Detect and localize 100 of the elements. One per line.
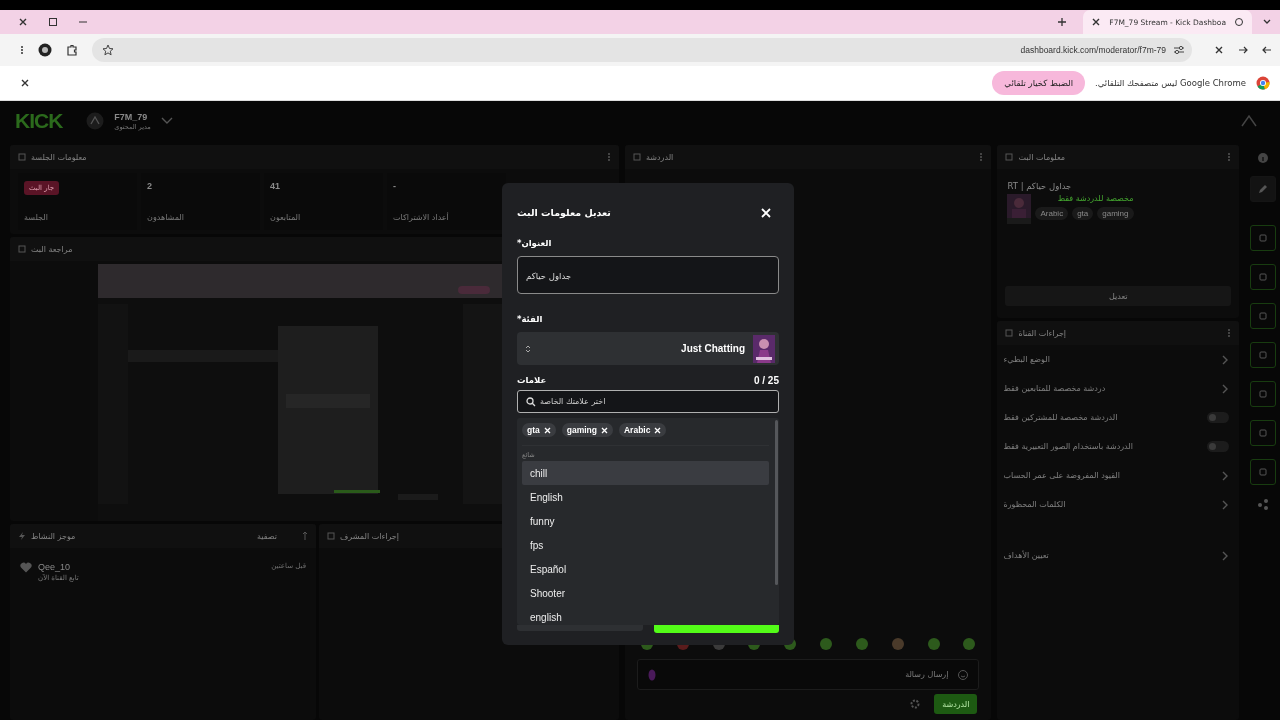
more-icon[interactable] — [607, 152, 612, 162]
tag-chip[interactable]: gaming — [561, 423, 613, 437]
edit-button[interactable]: تعديل — [1005, 286, 1232, 306]
search-icon — [526, 396, 536, 407]
tag-option[interactable]: chill — [522, 461, 769, 485]
more-icon[interactable] — [1227, 328, 1232, 338]
channel-action-row[interactable]: الدردشة باستخدام الصور التعبيرية فقط — [997, 432, 1240, 461]
remove-icon[interactable] — [543, 426, 551, 434]
filter-button[interactable]: تصفية — [257, 531, 277, 541]
tool-button[interactable] — [1249, 225, 1276, 251]
field-label: علامات — [517, 375, 547, 385]
tag[interactable]: gaming — [1097, 207, 1134, 220]
tool-button[interactable] — [1249, 342, 1276, 368]
tool-button[interactable] — [1249, 381, 1276, 407]
tag-option[interactable]: english — [522, 605, 769, 629]
panel-title: الدردشة — [646, 152, 674, 162]
stat-value: - — [393, 181, 396, 191]
tool-button[interactable] — [1249, 420, 1276, 446]
gem-icon — [648, 668, 657, 681]
panel-title: إجراءات المشرف — [340, 531, 399, 541]
extensions-icon[interactable] — [66, 44, 78, 56]
title-field[interactable]: جداول حياكم — [517, 256, 779, 294]
tag[interactable]: Arabic — [1035, 207, 1069, 220]
scrollbar[interactable] — [775, 420, 778, 585]
chevron-right-icon — [1221, 383, 1230, 394]
emoji-icon[interactable] — [958, 669, 969, 680]
panel-title: موجز النشاط — [31, 531, 76, 541]
tag-option[interactable]: funny — [522, 509, 769, 533]
stat-label: المشاهدون — [147, 213, 184, 222]
site-settings-icon[interactable] — [1172, 44, 1186, 56]
infobar-message: Google Chrome ليس متصفحك التلقائي. — [1095, 78, 1246, 88]
category-name: Just Chatting — [681, 343, 745, 354]
settings-icon[interactable] — [910, 699, 921, 709]
tag[interactable]: gta — [1072, 207, 1094, 220]
action-label: الكلمات المحظورة — [1003, 500, 1066, 509]
panel-title: إجراءات القناة — [1018, 328, 1067, 338]
toggle-switch[interactable] — [1207, 412, 1230, 423]
stat-label: أعداد الاشتراكات — [393, 213, 449, 222]
close-icon[interactable] — [20, 78, 30, 88]
send-chat-button[interactable]: الدردشة — [934, 694, 978, 714]
stat-value: 2 — [147, 181, 152, 191]
remove-icon[interactable] — [654, 426, 662, 434]
tag-option[interactable]: fps — [522, 533, 769, 557]
emote-icon — [891, 638, 904, 650]
tag-chip-text: gaming — [566, 425, 597, 435]
new-tab-icon[interactable] — [1057, 17, 1068, 27]
close-icon[interactable] — [18, 17, 28, 27]
action-label: الوضع البطيء — [1003, 355, 1050, 364]
action-label: الدردشة باستخدام الصور التعبيرية فقط — [1003, 442, 1133, 451]
chrome-icon — [1256, 76, 1270, 90]
tag-option[interactable]: Shooter — [522, 581, 769, 605]
panel-title: معلومات البث — [1018, 152, 1066, 162]
channel-action-row[interactable]: الكلمات المحظورة — [997, 490, 1240, 519]
channel-action-row[interactable]: الوضع البطيء — [997, 345, 1240, 374]
channel-action-row[interactable]: تعيين الأهداف — [997, 541, 1240, 570]
title-value: جداول حياكم — [526, 271, 572, 281]
more-icon[interactable] — [1227, 152, 1232, 162]
channel-action-row[interactable]: القيود المفروضة على عمر الحساب — [997, 461, 1240, 490]
chevron-down-icon[interactable] — [160, 117, 173, 125]
panel-title: معلومات الجلسة — [31, 152, 87, 162]
dialog-title: تعديل معلومات البث — [517, 207, 611, 218]
info-icon[interactable] — [1257, 153, 1268, 163]
menu-icon[interactable] — [20, 45, 24, 55]
chevron-right-icon — [1221, 499, 1230, 510]
default-browser-button[interactable]: الضبط كخيار تلقائي — [992, 71, 1086, 95]
tag-count: 0 / 25 — [753, 375, 779, 386]
tag-chip[interactable]: Arabic — [619, 423, 667, 437]
forward-icon[interactable] — [1262, 45, 1272, 55]
tag-option[interactable]: Español — [522, 557, 769, 581]
category-link[interactable]: مخصصة للدردشة فقط — [1035, 194, 1134, 203]
emote-icon — [855, 638, 868, 650]
edit-tool-button[interactable] — [1249, 176, 1276, 202]
category-select[interactable]: Just Chatting — [517, 332, 779, 365]
tool-button[interactable] — [1249, 303, 1276, 329]
back-icon[interactable] — [1238, 45, 1248, 55]
channel-name: F7M_79 — [114, 111, 149, 122]
remove-icon[interactable] — [601, 426, 608, 434]
stat-value: 41 — [270, 181, 280, 191]
channel-action-row[interactable]: دردشة مخصصة للمتابعين فقط — [997, 374, 1240, 403]
action-label: القيود المفروضة على عمر الحساب — [1003, 471, 1120, 480]
profile-icon[interactable] — [38, 43, 52, 57]
tool-button[interactable] — [1249, 459, 1276, 485]
sort-icon[interactable] — [302, 531, 308, 541]
chat-input[interactable]: إرسال رسالة — [637, 659, 980, 690]
tag-option[interactable]: English — [522, 485, 769, 509]
tag-chip[interactable]: gta — [522, 423, 556, 437]
more-icon[interactable] — [979, 152, 984, 162]
restore-icon[interactable] — [48, 17, 58, 27]
tag-search-field[interactable]: اختر علامتك الخاصة — [517, 390, 779, 413]
pencil-icon — [1257, 184, 1268, 194]
channel-action-row[interactable]: الدردشة مخصصة للمشتركين فقط — [997, 403, 1240, 432]
tool-button[interactable] — [1249, 264, 1276, 290]
stream-title: جداول حياكم | RT — [1007, 181, 1072, 191]
stop-icon[interactable] — [1214, 45, 1224, 55]
toggle-switch[interactable] — [1207, 441, 1230, 452]
chat-placeholder: إرسال رسالة — [905, 670, 949, 679]
bookmark-star-icon[interactable] — [102, 44, 114, 56]
action-label: تعيين الأهداف — [1003, 551, 1049, 560]
share-icon[interactable] — [1256, 498, 1269, 510]
address-bar[interactable]: dashboard.kick.com/moderator/f7m-79 — [92, 38, 1192, 62]
